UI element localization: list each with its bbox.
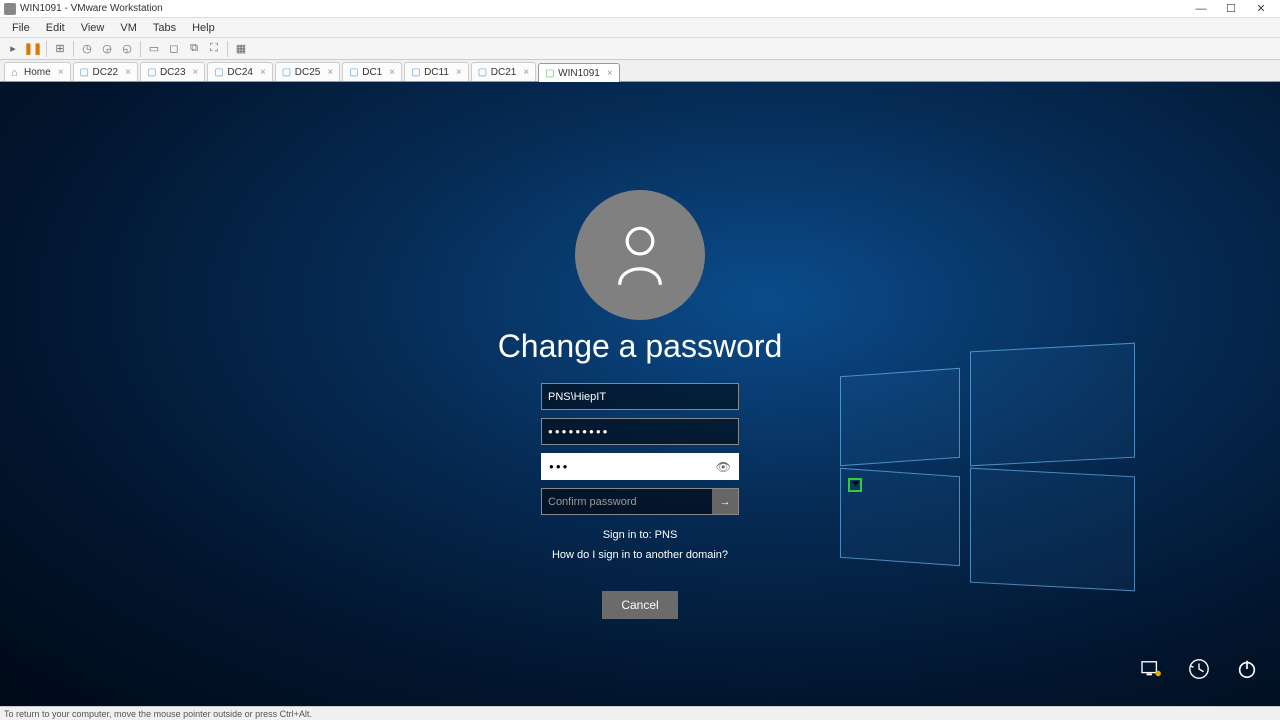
user-icon [612, 223, 668, 287]
stretch-button[interactable]: ◻ [165, 40, 183, 58]
tab-dc11[interactable]: DC11 × [404, 62, 469, 81]
close-tab-icon[interactable]: × [456, 67, 462, 78]
toolbar-separator [46, 41, 47, 57]
tab-dc1[interactable]: DC1 × [342, 62, 402, 81]
cycle-button[interactable]: ▦ [232, 40, 250, 58]
menu-help[interactable]: Help [184, 22, 223, 34]
snapshot-button[interactable]: ◷ [78, 40, 96, 58]
tab-bar: Home × DC22 × DC23 × DC24 × DC25 × DC1 × DC11 ×… [0, 60, 1280, 82]
tab-label: Home [24, 67, 51, 78]
close-tab-icon[interactable]: × [327, 67, 333, 78]
home-icon [11, 67, 21, 77]
toolbar-separator [73, 41, 74, 57]
tab-label: DC23 [160, 67, 186, 78]
tab-label: DC11 [424, 67, 449, 78]
vm-icon [147, 67, 157, 77]
fit-guest-button[interactable]: ▭ [145, 40, 163, 58]
signin-to-label: Sign in to: PNS [603, 529, 678, 541]
toolbar: ▸ ❚❚ ⊞ ◷ ◶ ◵ ▭ ◻ ⧉ ⛶ ▦ [0, 38, 1280, 60]
menu-file[interactable]: File [4, 22, 38, 34]
close-tab-icon[interactable]: × [260, 67, 266, 78]
vm-icon [411, 67, 421, 77]
vm-icon [282, 67, 292, 77]
tab-label: DC21 [491, 67, 517, 78]
confirm-password-field[interactable]: Confirm password → [541, 488, 739, 515]
power-menu-button[interactable]: ▸ [4, 40, 22, 58]
send-ctrl-alt-del-button[interactable]: ⊞ [51, 40, 69, 58]
username-field[interactable]: PNS\HiepIT [541, 383, 739, 410]
fullscreen-button[interactable]: ⛶ [205, 40, 223, 58]
window-title: WIN1091 - VMware Workstation [20, 3, 163, 14]
minimize-button[interactable]: — [1186, 3, 1216, 15]
toolbar-separator [140, 41, 141, 57]
vm-icon [214, 67, 224, 77]
vm-icon [478, 67, 488, 77]
tab-dc25[interactable]: DC25 × [275, 62, 340, 81]
toolbar-separator [227, 41, 228, 57]
cancel-button[interactable]: Cancel [602, 591, 678, 619]
tab-dc24[interactable]: DC24 × [207, 62, 272, 81]
close-window-button[interactable]: ✕ [1246, 2, 1276, 15]
reveal-password-icon[interactable]: 👁 [716, 460, 731, 474]
tab-home[interactable]: Home × [4, 62, 71, 81]
user-avatar [575, 190, 705, 320]
unity-button[interactable]: ⧉ [185, 40, 203, 58]
submit-arrow-button[interactable]: → [712, 489, 738, 514]
vm-icon [80, 67, 90, 77]
lock-screen-icons [1138, 656, 1260, 682]
confirm-placeholder: Confirm password [548, 496, 637, 508]
page-heading: Change a password [498, 328, 783, 365]
app-icon [4, 3, 16, 15]
tab-dc23[interactable]: DC23 × [140, 62, 205, 81]
close-tab-icon[interactable]: × [58, 67, 64, 78]
tab-label: DC1 [362, 67, 382, 78]
pause-button[interactable]: ❚❚ [24, 40, 42, 58]
vm-display[interactable]: Change a password PNS\HiepIT ●●●●●●●●● ●… [0, 82, 1280, 706]
status-text: To return to your computer, move the mou… [4, 709, 312, 719]
close-tab-icon[interactable]: × [193, 67, 199, 78]
menu-bar: File Edit View VM Tabs Help [0, 18, 1280, 38]
tab-label: DC22 [93, 67, 119, 78]
tab-label: DC25 [295, 67, 321, 78]
close-tab-icon[interactable]: × [125, 67, 131, 78]
new-password-mask: ●●● [549, 462, 570, 471]
tab-dc21[interactable]: DC21 × [471, 62, 536, 81]
ease-of-access-icon[interactable] [1186, 656, 1212, 682]
tab-win1091[interactable]: WIN1091 × [538, 63, 620, 82]
tab-label: WIN1091 [558, 68, 600, 79]
vm-icon [349, 67, 359, 77]
menu-tabs[interactable]: Tabs [145, 22, 184, 34]
title-bar: WIN1091 - VMware Workstation — ☐ ✕ [0, 0, 1280, 18]
tab-label: DC24 [227, 67, 253, 78]
menu-vm[interactable]: VM [112, 22, 145, 34]
vm-running-icon [545, 68, 555, 78]
close-tab-icon[interactable]: × [523, 67, 529, 78]
username-value: PNS\HiepIT [548, 391, 606, 403]
menu-edit[interactable]: Edit [38, 22, 73, 34]
maximize-button[interactable]: ☐ [1216, 2, 1246, 15]
revert-button[interactable]: ◶ [98, 40, 116, 58]
snapshot-manager-button[interactable]: ◵ [118, 40, 136, 58]
close-tab-icon[interactable]: × [607, 68, 613, 79]
new-password-field[interactable]: ●●● 👁 [541, 453, 739, 480]
menu-view[interactable]: View [73, 22, 113, 34]
windows-logo [840, 332, 1140, 592]
status-bar: To return to your computer, move the mou… [0, 706, 1280, 720]
other-domain-link[interactable]: How do I sign in to another domain? [552, 549, 728, 561]
old-password-field[interactable]: ●●●●●●●●● [541, 418, 739, 445]
network-icon[interactable] [1138, 656, 1164, 682]
power-icon[interactable] [1234, 656, 1260, 682]
change-password-panel: Change a password PNS\HiepIT ●●●●●●●●● ●… [490, 190, 790, 619]
tab-dc22[interactable]: DC22 × [73, 62, 138, 81]
close-tab-icon[interactable]: × [389, 67, 395, 78]
old-password-mask: ●●●●●●●●● [548, 427, 610, 436]
